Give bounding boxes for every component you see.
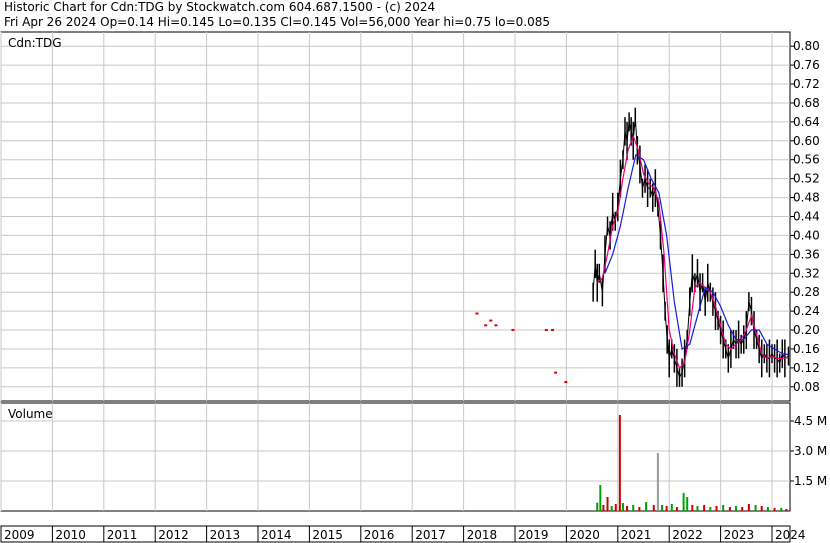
- sparse-price-point: [489, 319, 493, 322]
- year-label: 2023: [724, 528, 755, 542]
- price-tick-label: 0.40: [793, 228, 820, 242]
- price-tick-label: 0.68: [793, 96, 820, 110]
- price-tick-label: 0.72: [793, 77, 820, 91]
- sparse-price-point: [475, 312, 479, 315]
- year-label: 2024: [775, 528, 806, 542]
- year-label: 2021: [621, 528, 652, 542]
- year-label: 2020: [569, 528, 600, 542]
- price-axis: 0.80 0.76 0.72 0.68 0.64 0.60 0.56 0.52 0.48 0.44…: [790, 39, 820, 394]
- price-tick-label: 0.76: [793, 58, 820, 72]
- sparse-price-point: [511, 329, 515, 332]
- year-label: 2013: [210, 528, 241, 542]
- sparse-price-point: [554, 371, 558, 374]
- year-label: 2009: [4, 528, 35, 542]
- price-tick-label: 0.12: [793, 361, 820, 375]
- price-tick-label: 0.60: [793, 134, 820, 148]
- volume-tick-label: 4.5 M: [794, 414, 827, 428]
- year-label: 2018: [467, 528, 498, 542]
- price-tick-label: 0.56: [793, 153, 820, 167]
- chart-title: Cdn:TDG: [8, 36, 62, 50]
- year-label: 2012: [158, 528, 189, 542]
- price-tick-label: 0.16: [793, 342, 820, 356]
- price-tick-label: 0.80: [793, 39, 820, 53]
- price-tick-label: 0.24: [793, 304, 820, 318]
- price-tick-label: 0.48: [793, 191, 820, 205]
- year-label: 2011: [107, 528, 138, 542]
- volume-panel: [0, 402, 791, 512]
- year-label: 2016: [364, 528, 395, 542]
- price-tick-label: 0.20: [793, 323, 820, 337]
- price-tick-label: 0.64: [793, 115, 820, 129]
- sparse-price-point: [494, 324, 498, 327]
- sparse-price-point: [484, 324, 488, 327]
- year-label: 2014: [261, 528, 292, 542]
- year-label: 2019: [518, 528, 549, 542]
- year-label: 2010: [55, 528, 86, 542]
- price-tick-label: 0.08: [793, 380, 820, 394]
- price-tick-label: 0.28: [793, 285, 820, 299]
- year-label: 2015: [312, 528, 343, 542]
- volume-tick-label: 1.5 M: [794, 474, 827, 488]
- volume-axis: 4.5 M 3.0 M 1.5 M: [790, 414, 827, 488]
- volume-tick-label: 3.0 M: [794, 444, 827, 458]
- volume-label: Volume: [8, 407, 53, 421]
- sparse-price-point: [564, 381, 568, 384]
- sparse-price-point: [551, 329, 555, 332]
- price-tick-label: 0.52: [793, 172, 820, 186]
- price-tick-label: 0.44: [793, 210, 820, 224]
- year-label: 2022: [672, 528, 703, 542]
- price-tick-label: 0.32: [793, 266, 820, 280]
- stock-chart: 0.80 0.76 0.72 0.68 0.64 0.60 0.56 0.52 0.48 0.44…: [0, 31, 827, 543]
- price-tick-label: 0.36: [793, 247, 820, 261]
- sparse-price-point: [544, 329, 548, 332]
- year-label: 2017: [415, 528, 446, 542]
